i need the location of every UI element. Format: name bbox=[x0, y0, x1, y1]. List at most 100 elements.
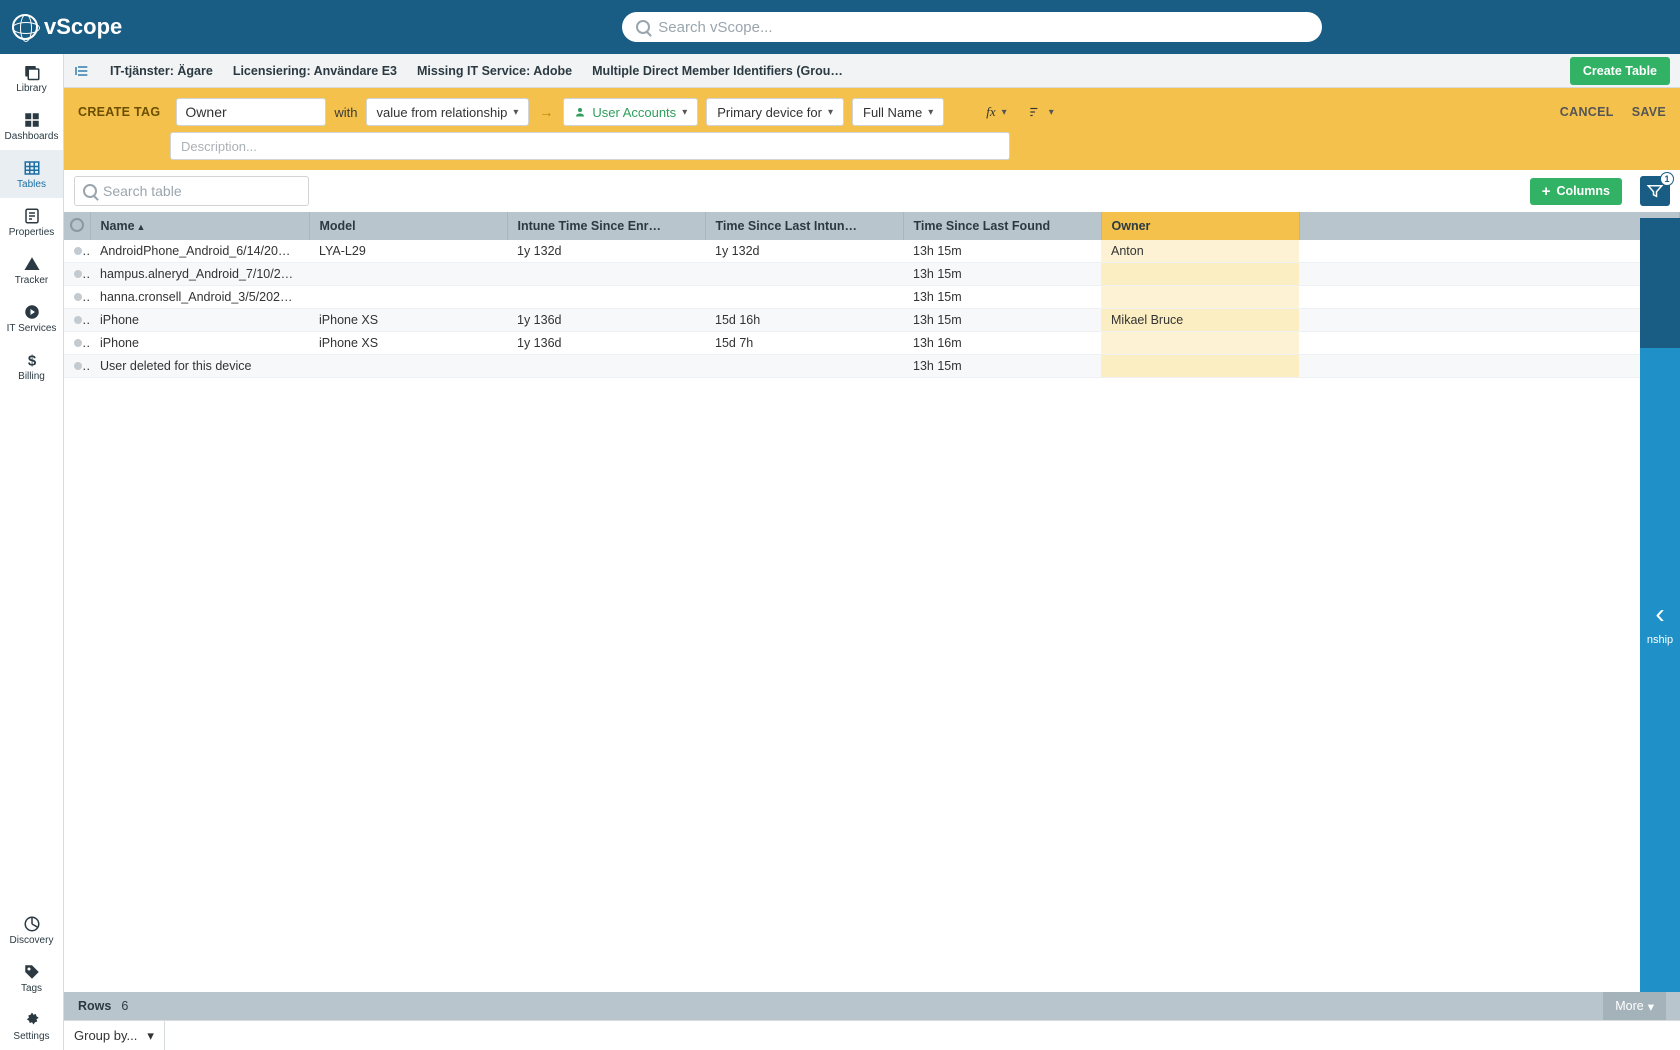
cell-owner bbox=[1101, 332, 1299, 355]
table-row[interactable]: AndroidPhone_Android_6/14/20…LYA-L291y 1… bbox=[64, 240, 1680, 263]
warning-icon bbox=[23, 256, 41, 272]
sidebar-item-tables[interactable]: Tables bbox=[0, 150, 63, 198]
resource-select[interactable]: User Accounts▾ bbox=[563, 98, 698, 126]
properties-icon bbox=[23, 208, 41, 224]
filter-count-badge: 1 bbox=[1660, 172, 1674, 186]
table-search[interactable] bbox=[74, 176, 309, 206]
filter-button[interactable]: 1 bbox=[1640, 176, 1670, 206]
cell-enr bbox=[507, 263, 705, 286]
col-name[interactable]: Name▲ bbox=[90, 212, 309, 240]
cell-model: LYA-L29 bbox=[309, 240, 507, 263]
rows-label: Rows bbox=[78, 999, 111, 1013]
sort-asc-icon: ▲ bbox=[137, 222, 146, 232]
sidebar-item-itservices[interactable]: IT Services bbox=[0, 294, 63, 342]
row-status bbox=[64, 355, 90, 378]
cell-name: hanna.cronsell_Android_3/5/202… bbox=[90, 286, 309, 309]
table-search-input[interactable] bbox=[103, 183, 300, 199]
dollar-icon: $ bbox=[23, 352, 41, 368]
status-dot-icon bbox=[74, 247, 82, 255]
funnel-icon bbox=[1646, 182, 1664, 200]
cell-name: hampus.alneryd_Android_7/10/2… bbox=[90, 263, 309, 286]
cell-sync: 15d 7h bbox=[705, 332, 903, 355]
cell-model: iPhone XS bbox=[309, 332, 507, 355]
formula-button[interactable]: fx ▾ bbox=[980, 98, 1012, 126]
table-row[interactable]: iPhoneiPhone XS1y 136d15d 16h13h 15mMika… bbox=[64, 309, 1680, 332]
plus-icon: + bbox=[1542, 184, 1551, 199]
chevron-down-icon: ▾ bbox=[513, 107, 518, 118]
list-icon[interactable] bbox=[74, 63, 90, 79]
col-owner[interactable]: Owner bbox=[1101, 212, 1299, 240]
cell-sync bbox=[705, 263, 903, 286]
select-all[interactable] bbox=[64, 212, 90, 240]
global-search-input[interactable] bbox=[658, 19, 1308, 36]
chevron-down-icon: ▾ bbox=[682, 107, 687, 118]
table-row[interactable]: hampus.alneryd_Android_7/10/2…13h 15m bbox=[64, 263, 1680, 286]
cell-enr bbox=[507, 286, 705, 309]
cancel-button[interactable]: CANCEL bbox=[1560, 105, 1614, 119]
cell-sync bbox=[705, 355, 903, 378]
data-table-wrap: Name▲ Model Intune Time Since Enr… Time … bbox=[64, 212, 1680, 1050]
columns-button[interactable]: +Columns bbox=[1530, 178, 1622, 205]
cell-found: 13h 15m bbox=[903, 240, 1101, 263]
table-row[interactable]: iPhoneiPhone XS1y 136d15d 7h13h 16m bbox=[64, 332, 1680, 355]
groupby-select[interactable]: Group by...▾ bbox=[64, 1021, 165, 1050]
cell-found: 13h 15m bbox=[903, 286, 1101, 309]
cell-owner: Mikael Bruce bbox=[1101, 309, 1299, 332]
source-type-select[interactable]: value from relationship▾ bbox=[366, 98, 530, 126]
cell-model bbox=[309, 286, 507, 309]
top-header: vScope bbox=[0, 0, 1680, 54]
sidebar-item-discovery[interactable]: Discovery bbox=[0, 906, 63, 954]
sidebar-item-library[interactable]: Library bbox=[0, 54, 63, 102]
sidebar-item-tags[interactable]: Tags bbox=[0, 954, 63, 1002]
col-intune-enr[interactable]: Intune Time Since Enr… bbox=[507, 212, 705, 240]
cell-model: iPhone XS bbox=[309, 309, 507, 332]
table-icon bbox=[23, 160, 41, 176]
tab-1[interactable]: Licensiering: Användare E3 bbox=[233, 64, 397, 78]
cell-model bbox=[309, 355, 507, 378]
table-row[interactable]: User deleted for this device13h 15m bbox=[64, 355, 1680, 378]
tag-icon bbox=[23, 964, 41, 980]
tag-name-input[interactable] bbox=[176, 98, 326, 126]
col-intune-sync[interactable]: Time Since Last Intun… bbox=[705, 212, 903, 240]
dashboard-icon bbox=[23, 112, 41, 128]
right-panel-collapsed[interactable]: ‹ nship bbox=[1640, 218, 1680, 1050]
save-button[interactable]: SAVE bbox=[1632, 105, 1666, 119]
tab-2[interactable]: Missing IT Service: Adobe bbox=[417, 64, 572, 78]
relation-select[interactable]: Primary device for▾ bbox=[706, 98, 844, 126]
cell-name: iPhone bbox=[90, 309, 309, 332]
app-name: vScope bbox=[44, 14, 122, 40]
sidebar-item-properties[interactable]: Properties bbox=[0, 198, 63, 246]
tag-description-input[interactable] bbox=[170, 132, 1010, 160]
search-icon bbox=[636, 20, 650, 34]
col-last-found[interactable]: Time Since Last Found bbox=[903, 212, 1101, 240]
cell-sync: 15d 16h bbox=[705, 309, 903, 332]
create-table-button[interactable]: Create Table bbox=[1570, 57, 1670, 85]
status-dot-icon bbox=[74, 293, 82, 301]
chevron-down-icon: ▾ bbox=[928, 107, 933, 118]
more-button[interactable]: More ▾ bbox=[1603, 992, 1666, 1020]
sidebar-item-billing[interactable]: $ Billing bbox=[0, 342, 63, 390]
row-status bbox=[64, 332, 90, 355]
sidebar-item-dashboards[interactable]: Dashboards bbox=[0, 102, 63, 150]
table-row[interactable]: hanna.cronsell_Android_3/5/202… 13h 15m bbox=[64, 286, 1680, 309]
cell-model bbox=[309, 263, 507, 286]
app-logo[interactable]: vScope bbox=[12, 14, 122, 40]
chevron-left-icon[interactable]: ‹ bbox=[1655, 598, 1664, 630]
rows-count: 6 bbox=[121, 999, 128, 1013]
library-icon bbox=[23, 64, 41, 80]
sidebar-item-tracker[interactable]: Tracker bbox=[0, 246, 63, 294]
tab-3[interactable]: Multiple Direct Member Identifiers (Grou… bbox=[592, 64, 843, 78]
sort-button[interactable]: ▾ bbox=[1021, 98, 1060, 126]
create-tag-title: CREATE TAG bbox=[78, 105, 160, 119]
tab-0[interactable]: IT-tjänster: Ägare bbox=[110, 64, 213, 78]
field-select[interactable]: Full Name▾ bbox=[852, 98, 944, 126]
svg-text:$: $ bbox=[27, 352, 36, 369]
cell-owner bbox=[1101, 355, 1299, 378]
arrow-right-icon: → bbox=[537, 104, 555, 120]
global-search[interactable] bbox=[622, 12, 1322, 42]
col-model[interactable]: Model bbox=[309, 212, 507, 240]
sidebar-item-settings[interactable]: Settings bbox=[0, 1002, 63, 1050]
row-status bbox=[64, 263, 90, 286]
cell-name: iPhone bbox=[90, 332, 309, 355]
cell-name: User deleted for this device bbox=[90, 355, 309, 378]
